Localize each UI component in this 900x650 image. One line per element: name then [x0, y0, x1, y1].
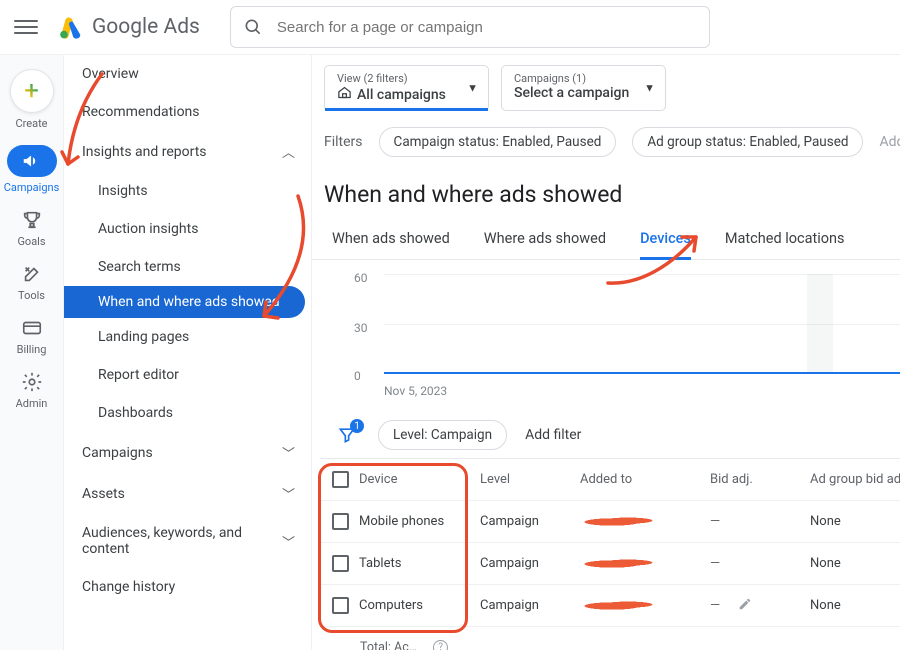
product-name: Google Ads: [92, 15, 200, 39]
nav-search-terms[interactable]: Search terms: [64, 248, 311, 286]
rail-label-goals: Goals: [17, 235, 45, 248]
left-rail: + Create Campaigns Goals Tools Bil: [0, 55, 64, 650]
col-bid-adj: Bid adj.: [700, 462, 800, 497]
tools-icon: [21, 263, 43, 285]
tab-where-ads-showed[interactable]: Where ads showed: [484, 222, 606, 259]
search-icon: [243, 17, 263, 37]
page-title: When and where ads showed: [312, 167, 900, 222]
create-button[interactable]: +: [10, 69, 54, 113]
table-total-row: Total: Ac… ?: [320, 627, 900, 650]
view-dropdown-hint: View (2 filters): [337, 72, 454, 85]
add-filter-button[interactable]: Add filter: [525, 427, 581, 443]
chevron-up-icon: ︿: [282, 142, 295, 161]
rail-label-tools: Tools: [18, 289, 45, 302]
gear-icon: [21, 371, 43, 393]
tab-matched-locations[interactable]: Matched locations: [725, 222, 845, 259]
total-label: Total: Ac…: [360, 640, 417, 650]
side-nav: Overview Recommendations Insights and re…: [64, 55, 312, 650]
search-box[interactable]: [230, 6, 710, 48]
table-header-row: Device Level Added to Bid adj. Ad group …: [320, 459, 900, 501]
home-icon: [337, 85, 352, 104]
col-added-to: Added to: [570, 462, 700, 497]
menu-icon[interactable]: [14, 15, 38, 39]
select-all-checkbox[interactable]: [332, 471, 349, 488]
nav-campaigns[interactable]: Campaigns ﹀: [64, 432, 311, 473]
nav-landing-pages[interactable]: Landing pages: [64, 318, 311, 356]
rail-label-admin: Admin: [16, 397, 48, 410]
redacted-value: [580, 515, 660, 529]
row-checkbox[interactable]: [332, 597, 349, 614]
chevron-down-icon: ﹀: [282, 532, 295, 551]
rail-label-campaigns: Campaigns: [4, 181, 60, 194]
nav-assets[interactable]: Assets ﹀: [64, 473, 311, 514]
row-checkbox[interactable]: [332, 513, 349, 530]
nav-auction-insights[interactable]: Auction insights: [64, 210, 311, 248]
filters-label: Filters: [324, 134, 363, 150]
nav-recommendations[interactable]: Recommendations: [64, 93, 311, 131]
rail-item-goals[interactable]: Goals: [0, 209, 63, 248]
device-table: Device Level Added to Bid adj. Ad group …: [320, 458, 900, 650]
chart-highlight-band: [807, 274, 833, 374]
nav-insights[interactable]: Insights: [64, 172, 311, 210]
redacted-value: [580, 599, 660, 613]
level-pill[interactable]: Level: Campaign: [378, 420, 507, 450]
filter-count-badge: 1: [350, 419, 364, 433]
rail-create[interactable]: + Create: [10, 69, 54, 130]
nav-overview[interactable]: Overview: [64, 55, 311, 93]
caret-down-icon: ▼: [644, 82, 655, 95]
y-tick-60: 60: [354, 271, 368, 285]
chevron-down-icon: ﹀: [282, 484, 295, 503]
filter-chip-adgroup-status[interactable]: Ad group status: Enabled, Paused: [632, 127, 863, 157]
col-level: Level: [470, 462, 570, 497]
top-header: Google Ads: [0, 0, 900, 55]
filter-chip-campaign-status[interactable]: Campaign status: Enabled, Paused: [379, 127, 617, 157]
metric-chart: 60 30 0 Nov 5, 2023: [324, 260, 900, 410]
ads-logo-icon: [58, 14, 84, 40]
campaign-dropdown[interactable]: Campaigns (1) Select a campaign ▼: [501, 65, 666, 111]
row-checkbox[interactable]: [332, 555, 349, 572]
nav-report-editor[interactable]: Report editor: [64, 356, 311, 394]
edit-pencil-icon[interactable]: [738, 597, 752, 615]
create-label: Create: [15, 117, 47, 130]
product-logo[interactable]: Google Ads: [58, 14, 200, 40]
nav-dashboards[interactable]: Dashboards: [64, 394, 311, 432]
help-icon[interactable]: ?: [433, 640, 448, 650]
rail-item-tools[interactable]: Tools: [0, 263, 63, 302]
caret-down-icon: ▼: [467, 82, 478, 95]
table-row[interactable]: Computers Campaign — None: [320, 585, 900, 627]
x-tick-0: Nov 5, 2023: [384, 384, 447, 398]
campaign-dropdown-value: Select a campaign: [514, 85, 629, 101]
nav-audiences[interactable]: Audiences, keywords, and content ﹀: [64, 514, 311, 568]
nav-when-where-ads-showed[interactable]: When and where ads showed: [64, 286, 305, 318]
view-dropdown-value: All campaigns: [357, 87, 446, 103]
rail-label-billing: Billing: [17, 343, 47, 356]
nav-insights-and-reports[interactable]: Insights and reports ︿: [64, 131, 311, 172]
search-input[interactable]: [275, 18, 697, 37]
redacted-value: [580, 557, 660, 571]
y-tick-0: 0: [354, 369, 361, 383]
card-icon: [21, 317, 43, 339]
add-filter-hint[interactable]: Add filte: [879, 134, 900, 150]
table-row[interactable]: Mobile phones Campaign — None: [320, 501, 900, 543]
tab-when-ads-showed[interactable]: When ads showed: [332, 222, 450, 259]
main-content: View (2 filters) All campaigns ▼ Campaig…: [312, 55, 900, 650]
rail-item-admin[interactable]: Admin: [0, 371, 63, 410]
col-adgroup-bid-adj: Ad group bid adj.: [800, 462, 900, 498]
chart-series-line: [384, 372, 900, 374]
col-device: Device: [359, 472, 398, 487]
view-dropdown[interactable]: View (2 filters) All campaigns ▼: [324, 65, 489, 111]
megaphone-icon: [7, 145, 57, 177]
trophy-icon: [21, 209, 43, 231]
tab-devices[interactable]: Devices: [640, 222, 691, 259]
y-tick-30: 30: [354, 321, 368, 335]
chevron-down-icon: ﹀: [282, 443, 295, 462]
rail-item-billing[interactable]: Billing: [0, 317, 63, 356]
table-row[interactable]: Tablets Campaign — None: [320, 543, 900, 585]
nav-change-history[interactable]: Change history: [64, 568, 311, 606]
campaign-dropdown-hint: Campaigns (1): [514, 72, 631, 85]
filter-funnel-icon[interactable]: 1: [334, 422, 360, 448]
rail-item-campaigns[interactable]: Campaigns: [0, 145, 63, 194]
section-tabs: When ads showed Where ads showed Devices…: [312, 222, 900, 260]
